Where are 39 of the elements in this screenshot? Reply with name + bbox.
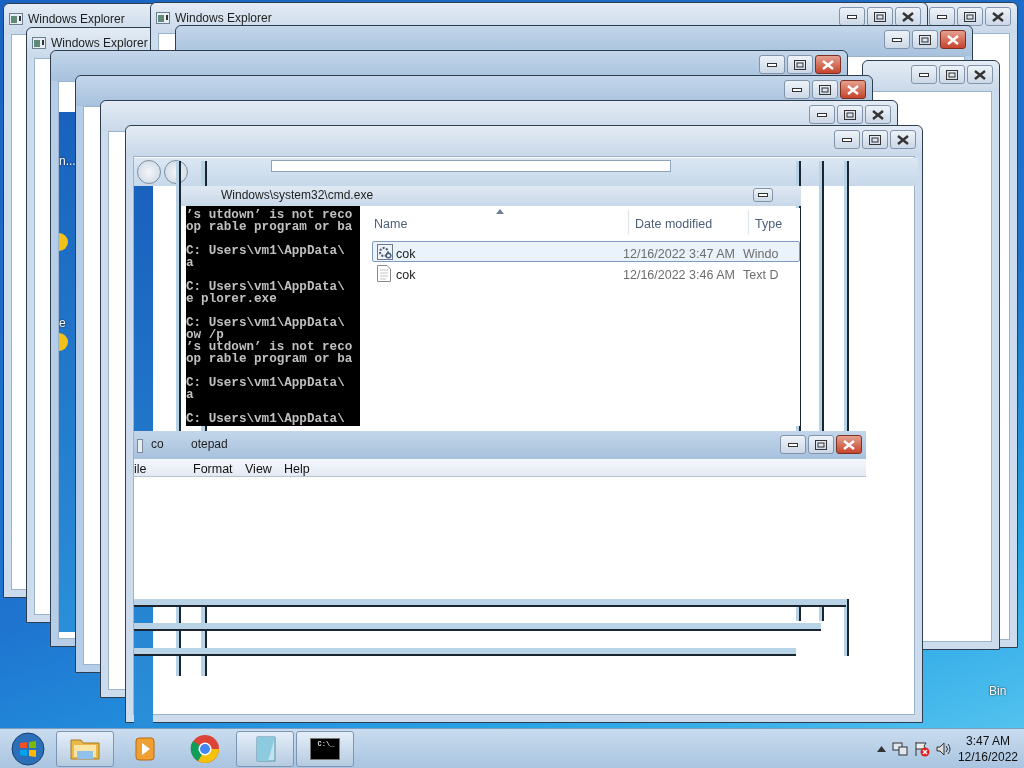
- console-line: C: Users\vm1\AppData\: [186, 377, 346, 389]
- column-header[interactable]: Type: [755, 215, 783, 234]
- icon-label: e: [59, 315, 66, 332]
- file-row[interactable]: cok 12/16/2022 3:46 AM Text D: [372, 262, 800, 283]
- clock-date: 12/16/2022: [957, 748, 1018, 765]
- window-title: Windows Explorer: [28, 12, 125, 26]
- console-line: ’s utdown’ is not reco: [186, 209, 354, 221]
- column-header[interactable]: Name: [374, 215, 408, 234]
- menu-item[interactable]: Help: [284, 460, 310, 479]
- console-line: ow /p: [186, 329, 224, 341]
- console-line: C: Users\vm1\AppData\: [186, 317, 346, 329]
- file-date: 12/16/2022 3:47 AM: [623, 246, 735, 263]
- file-date: 12/16/2022 3:46 AM: [623, 267, 735, 284]
- console-line: ’s utdown’ is not reco: [186, 341, 354, 353]
- file-type: Windo: [743, 246, 779, 263]
- menu-item[interactable]: View: [245, 460, 272, 479]
- menu-item[interactable]: Format: [193, 460, 233, 479]
- window-title: Windows Explorer: [175, 11, 272, 25]
- window-title: co: [151, 437, 164, 451]
- console-line: C: Users\vm1\AppData\: [186, 413, 346, 425]
- column-header[interactable]: Date modified: [635, 215, 713, 234]
- file-row[interactable]: cok 12/16/2022 3:47 AM Windo: [372, 241, 800, 262]
- file-name: cok: [396, 246, 416, 263]
- file-type: Text D: [743, 267, 779, 284]
- window-title: otepad: [191, 437, 228, 451]
- console-line: a: [186, 389, 195, 401]
- console-line: e plorer.exe: [186, 293, 277, 305]
- menu-item[interactable]: ile: [134, 460, 147, 479]
- icon-label: Bin: [989, 683, 1007, 700]
- console-line: op rable program or ba: [186, 221, 354, 233]
- console-line: op rable program or ba: [186, 353, 354, 365]
- icon-label: n...: [59, 153, 76, 170]
- console-line: C: Users\vm1\AppData\: [186, 281, 346, 293]
- clock-time: 3:47 AM: [964, 732, 1011, 749]
- window-title: Windows\system32\cmd.exe: [221, 188, 374, 202]
- console-line: a: [186, 257, 195, 269]
- console-line: C: Users\vm1\AppData\: [186, 245, 346, 257]
- window-title: Windows Explorer: [51, 36, 148, 50]
- file-name: cok: [396, 267, 416, 284]
